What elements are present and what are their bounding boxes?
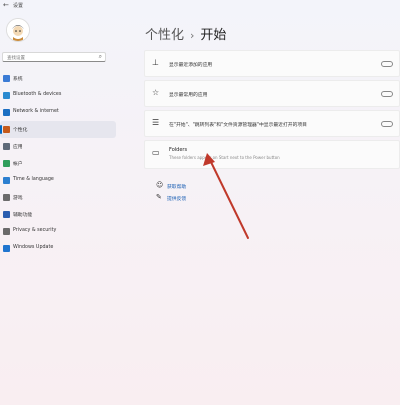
sidebar-item-5[interactable]: 帐户 [0,155,116,172]
setting-recent-items[interactable]: ☰ 在"开始"、"跳转列表"和"文件资源管理器"中显示最近打开的项目 [144,110,400,137]
sidebar-item-icon [3,143,10,150]
title-bar: ← 设置 [0,0,400,12]
sidebar-item-icon [3,126,10,133]
settings-cards: ⊥ 显示最近添加的应用 ☆ 显示最常用的应用 ☰ 在"开始"、"跳转列表"和"文… [144,50,400,172]
sidebar-item-label: 个性化 [13,128,28,133]
sidebar: 查找设置 ⌕ 系统 Bluetooth & devices Network & in… [0,12,120,405]
sidebar-item-label: Bluetooth & devices [13,92,62,97]
sidebar-nav: 系统 Bluetooth & devices Network & internet 个… [0,70,116,257]
search-icon: ⌕ [98,53,102,60]
sidebar-item-icon [3,194,10,201]
breadcrumb-separator: › [190,29,195,42]
active-indicator [0,125,2,134]
sidebar-item-6[interactable]: Time & language [0,172,116,189]
folder-icon: ▭ [152,148,160,157]
sidebar-item-label: Network & internet [13,109,59,114]
sidebar-item-3[interactable]: 个性化 [0,121,116,138]
toggle-switch[interactable] [381,91,393,97]
setting-label: 在"开始"、"跳转列表"和"文件资源管理器"中显示最近打开的项目 [169,123,307,128]
sidebar-item-label: 游戏 [13,196,23,201]
sidebar-item-label: 辅助功能 [13,213,33,218]
breadcrumb: 个性化 › 开始 [145,24,226,43]
sidebar-item-icon [3,160,10,167]
avatar[interactable] [6,18,30,42]
download-icon: ⊥ [152,58,159,67]
breadcrumb-parent[interactable]: 个性化 [145,28,184,43]
sidebar-item-label: Time & language [13,177,54,182]
sidebar-item-0[interactable]: 系统 [0,70,116,87]
sidebar-item-icon [3,177,10,184]
setting-folders[interactable]: ▭ Folders These folders appear on Start … [144,140,400,169]
star-icon: ☆ [152,88,160,97]
sidebar-item-label: Windows Update [13,245,54,250]
sidebar-item-icon [3,245,10,252]
sidebar-item-9[interactable]: Privacy & security [0,223,116,240]
sidebar-item-icon [3,228,10,235]
sidebar-item-icon [3,211,10,218]
avatar-image-icon [7,19,29,41]
sidebar-item-label: Privacy & security [13,228,57,233]
sidebar-item-7[interactable]: 游戏 [0,189,116,206]
setting-most-used-apps[interactable]: ☆ 显示最常用的应用 [144,80,400,107]
get-help-label: 获取帮助 [167,185,187,190]
list-icon: ☰ [152,118,160,127]
sidebar-item-4[interactable]: 应用 [0,138,116,155]
sidebar-item-8[interactable]: 辅助功能 [0,206,116,223]
search-input[interactable]: 查找设置 ⌕ [2,52,106,62]
sidebar-item-icon [3,75,10,82]
setting-label: 显示最近添加的应用 [169,63,213,68]
sidebar-item-label: 应用 [13,145,23,150]
give-feedback-label: 提供反馈 [167,197,187,202]
setting-label: 显示最常用的应用 [169,93,208,98]
sidebar-item-10[interactable]: Windows Update [0,240,116,257]
sidebar-item-icon [3,92,10,99]
help-icon: ☺ [156,181,164,189]
setting-title: Folders [169,147,188,153]
sidebar-item-1[interactable]: Bluetooth & devices [0,87,116,104]
sidebar-item-2[interactable]: Network & internet [0,104,116,121]
feedback-icon: ✎ [156,193,162,201]
setting-subtitle: These folders appear on Start next to th… [169,155,280,160]
window-title: 设置 [13,3,24,9]
sidebar-item-label: 帐户 [13,162,23,167]
search-placeholder: 查找设置 [7,56,25,61]
page-title: 开始 [200,28,227,43]
toggle-switch[interactable] [381,121,393,127]
toggle-switch[interactable] [381,61,393,67]
sidebar-item-icon [3,109,10,116]
setting-recently-added-apps[interactable]: ⊥ 显示最近添加的应用 [144,50,400,77]
sidebar-item-label: 系统 [13,77,23,82]
back-arrow-icon[interactable]: ← [3,1,9,9]
